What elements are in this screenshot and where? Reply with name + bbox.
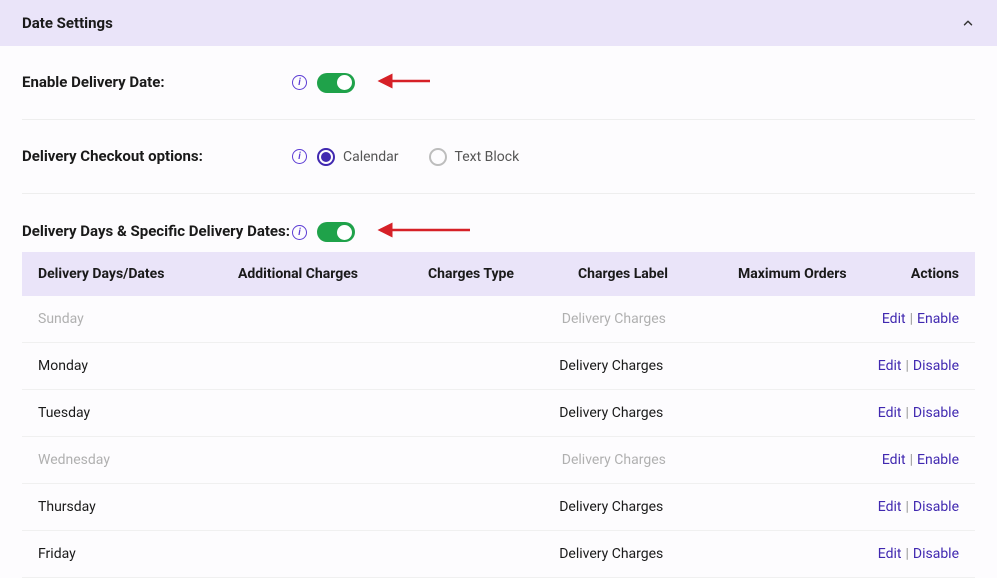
edit-link[interactable]: Edit (882, 452, 906, 468)
separator: | (905, 358, 908, 374)
cell-type (416, 452, 562, 468)
setting-enable-delivery-date: Enable Delivery Date: i (22, 46, 975, 120)
cell-actions: Edit|Enable (882, 452, 959, 468)
cell-additional (232, 311, 416, 327)
col-actions: Actions (908, 266, 959, 282)
cell-day: Friday (38, 546, 231, 562)
separator: | (905, 499, 908, 515)
setting-delivery-days: Delivery Days & Specific Delivery Dates:… (22, 194, 975, 250)
radio-textblock[interactable]: Text Block (429, 148, 520, 166)
cell-charges-label: Delivery Charges (559, 405, 713, 421)
cell-day: Tuesday (38, 405, 231, 421)
cell-actions: Edit|Enable (882, 311, 959, 327)
col-max: Maximum Orders (738, 266, 908, 282)
radio-textblock-label: Text Block (455, 149, 520, 165)
radio-calendar-label: Calendar (343, 149, 399, 165)
toggle-link[interactable]: Disable (913, 405, 959, 421)
info-icon[interactable]: i (292, 149, 307, 164)
cell-additional (231, 358, 414, 374)
chevron-up-icon[interactable] (961, 16, 975, 30)
radio-circle-icon (317, 148, 335, 166)
toggle-link[interactable]: Disable (913, 358, 959, 374)
cell-type (414, 405, 559, 421)
annotation-arrow-icon (375, 75, 435, 91)
table-row: Monday Delivery Charges Edit| Disable (22, 343, 975, 390)
table-row: Sunday Delivery Charges Edit|Enable (22, 296, 975, 343)
cell-additional (231, 499, 414, 515)
cell-additional (231, 546, 414, 562)
cell-actions: Edit| Disable (878, 358, 959, 374)
edit-link[interactable]: Edit (878, 546, 902, 562)
col-type: Charges Type (428, 266, 578, 282)
cell-max (714, 499, 878, 515)
table-head: Delivery Days/Dates Additional Charges C… (22, 252, 975, 296)
col-additional: Additional Charges (238, 266, 428, 282)
cell-day: Thursday (38, 499, 231, 515)
cell-type (414, 358, 559, 374)
cell-day: Monday (38, 358, 231, 374)
panel-header[interactable]: Date Settings (0, 0, 997, 46)
edit-link[interactable]: Edit (882, 311, 906, 327)
cell-charges-label: Delivery Charges (562, 311, 717, 327)
toggle-link[interactable]: Disable (913, 546, 959, 562)
toggle-link[interactable]: Enable (917, 311, 959, 327)
enable-delivery-label: Enable Delivery Date: (22, 72, 292, 93)
info-icon[interactable]: i (292, 225, 307, 240)
radio-calendar[interactable]: Calendar (317, 148, 399, 166)
edit-link[interactable]: Edit (878, 358, 902, 374)
toggle-link[interactable]: Disable (913, 499, 959, 515)
cell-day: Wednesday (38, 452, 232, 468)
cell-type (414, 546, 559, 562)
cell-type (414, 499, 559, 515)
cell-max (714, 358, 878, 374)
separator: | (905, 546, 908, 562)
delivery-days-label: Delivery Days & Specific Delivery Dates: (22, 221, 292, 242)
cell-max (714, 546, 878, 562)
col-label: Charges Label (578, 266, 738, 282)
radio-circle-icon (429, 148, 447, 166)
delivery-days-table: Delivery Days/Dates Additional Charges C… (22, 252, 975, 578)
cell-additional (231, 405, 414, 421)
delivery-days-toggle[interactable] (317, 222, 355, 242)
info-icon[interactable]: i (292, 75, 307, 90)
cell-day: Sunday (38, 311, 232, 327)
cell-charges-label: Delivery Charges (562, 452, 717, 468)
cell-actions: Edit| Disable (878, 405, 959, 421)
setting-checkout-options: Delivery Checkout options: i Calendar Te… (22, 120, 975, 194)
cell-charges-label: Delivery Charges (559, 546, 713, 562)
enable-delivery-toggle[interactable] (317, 73, 355, 93)
cell-max (717, 452, 882, 468)
cell-charges-label: Delivery Charges (559, 499, 713, 515)
table-row: Wednesday Delivery Charges Edit|Enable (22, 437, 975, 484)
separator: | (910, 452, 913, 468)
col-days: Delivery Days/Dates (38, 266, 238, 282)
table-row: Tuesday Delivery Charges Edit| Disable (22, 390, 975, 437)
cell-charges-label: Delivery Charges (559, 358, 713, 374)
separator: | (910, 311, 913, 327)
checkout-options-label: Delivery Checkout options: (22, 146, 292, 167)
annotation-arrow-icon (375, 224, 475, 240)
table-row: Thursday Delivery Charges Edit| Disable (22, 484, 975, 531)
cell-max (714, 405, 878, 421)
table-row: Friday Delivery Charges Edit| Disable (22, 531, 975, 578)
cell-max (717, 311, 882, 327)
edit-link[interactable]: Edit (878, 499, 902, 515)
cell-actions: Edit| Disable (878, 499, 959, 515)
edit-link[interactable]: Edit (878, 405, 902, 421)
panel-title: Date Settings (22, 14, 113, 32)
cell-additional (232, 452, 416, 468)
toggle-link[interactable]: Enable (917, 452, 959, 468)
cell-actions: Edit| Disable (878, 546, 959, 562)
cell-type (416, 311, 562, 327)
separator: | (905, 405, 908, 421)
